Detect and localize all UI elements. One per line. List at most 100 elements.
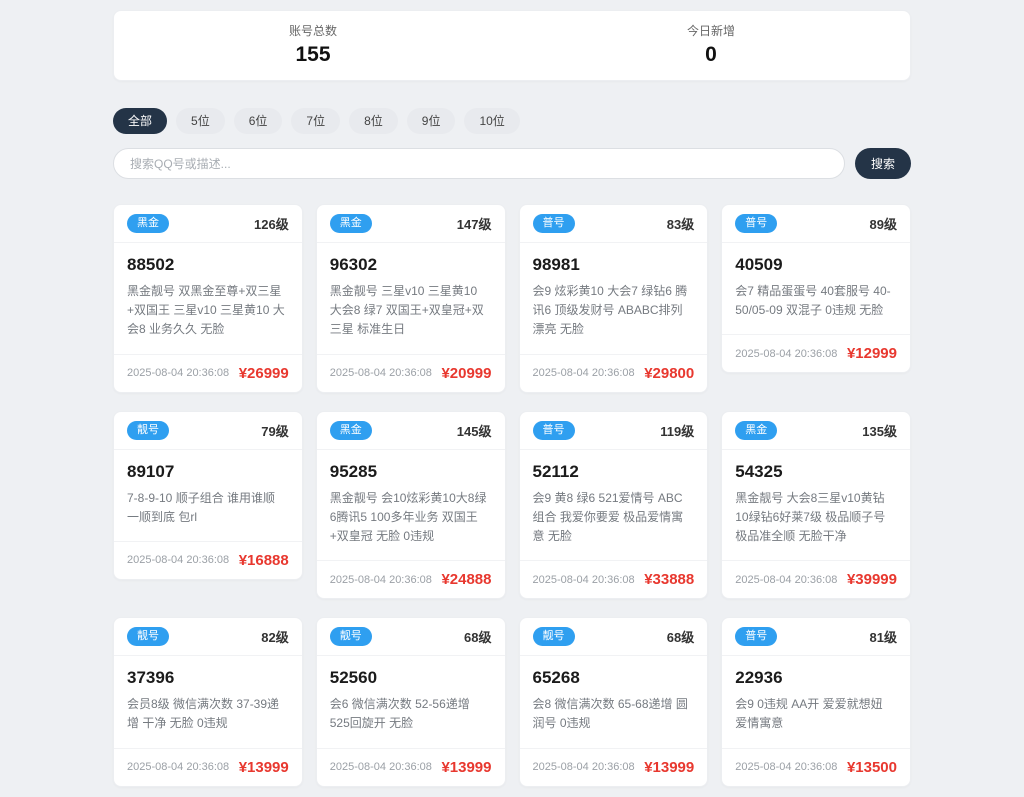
stat-total-accounts: 账号总数 155: [114, 22, 512, 67]
price: ¥39999: [846, 571, 897, 589]
stat-today-label: 今日新增: [686, 24, 735, 38]
card-footer: 2025-08-04 20:36:08 ¥16888: [114, 540, 302, 579]
account-level: 145级: [456, 423, 492, 439]
account-description: 7-8-9-10 顺子组合 谁用谁顺 一顺到底 包rl: [127, 490, 276, 524]
search-button[interactable]: 搜索: [854, 148, 911, 179]
card-body: 37396 会员8级 微信满次数 37-39递增 干净 无脸 0违规: [114, 656, 302, 747]
account-level: 68级: [666, 630, 695, 646]
account-description: 会9 0违规 AA开 爱爱就想妞 爱情寓意: [735, 697, 883, 731]
card-header: 黑金 135级: [722, 412, 910, 450]
account-card-grid: 黑金 126级 88502 黑金靓号 双黑金至尊+双三星+双国王 三星v10 三…: [113, 204, 911, 797]
digit-filter-tabs: 全部 5位 6位 7位 8位 9位 10位: [113, 108, 911, 134]
card-footer: 2025-08-04 20:36:08 ¥13500: [722, 747, 910, 786]
card-header: 普号 83级: [519, 205, 708, 243]
listing-date: 2025-08-04 20:36:08: [532, 367, 635, 380]
qq-number: 98981: [532, 255, 580, 274]
account-type-badge: 靓号: [127, 627, 169, 647]
qq-number: 89107: [127, 461, 175, 481]
search-input[interactable]: [113, 148, 845, 179]
stat-total-label: 账号总数: [288, 24, 337, 38]
price: ¥12999: [846, 345, 897, 363]
price: ¥24888: [441, 571, 492, 589]
card-header: 靓号 68级: [519, 618, 708, 657]
card-header: 黑金 145级: [316, 412, 505, 450]
filter-tab-all[interactable]: 全部: [113, 108, 168, 134]
account-type-badge: 靓号: [329, 627, 372, 647]
price: ¥13500: [846, 758, 897, 776]
stat-today-value: 0: [705, 43, 717, 66]
account-description: 黑金靓号 会10炫彩黄10大8绿6腾讯5 100多年业务 双国王+双皇冠 无脸 …: [329, 490, 487, 543]
card-header: 靓号 68级: [316, 618, 505, 657]
filter-tab-8-digit[interactable]: 8位: [349, 108, 398, 134]
account-level: 82级: [261, 630, 289, 646]
price: ¥13999: [441, 758, 492, 776]
card-body: 52560 会6 微信满次数 52-56递增 525回旋开 无脸: [317, 656, 505, 747]
account-card[interactable]: 黑金 147级 96302 黑金靓号 三星v10 三星黄10 大会8 绿7 双国…: [315, 204, 506, 393]
account-card[interactable]: 黑金 145级 95285 黑金靓号 会10炫彩黄10大8绿6腾讯5 100多年…: [315, 410, 506, 600]
account-description: 黑金靓号 双黑金至尊+双三星+双国王 三星v10 三星黄10 大会8 业务久久 …: [127, 284, 285, 337]
listing-date: 2025-08-04 20:36:08: [127, 554, 230, 567]
price: ¥20999: [441, 364, 492, 382]
account-type-badge: 黑金: [329, 420, 372, 440]
card-footer: 2025-08-04 20:36:08 ¥24888: [316, 560, 505, 598]
search-bar: 搜索: [113, 148, 911, 179]
filter-tab-9-digit[interactable]: 9位: [406, 108, 456, 134]
price: ¥16888: [238, 551, 289, 569]
price: ¥29800: [644, 364, 695, 382]
account-type-badge: 普号: [532, 420, 575, 440]
account-card[interactable]: 靓号 82级 37396 会员8级 微信满次数 37-39递增 干净 无脸 0违…: [113, 617, 303, 787]
account-card[interactable]: 普号 119级 52112 会9 黄8 绿6 521爱情号 ABC组合 我爱你要…: [518, 410, 709, 600]
card-footer: 2025-08-04 20:36:08 ¥13999: [114, 747, 302, 786]
account-card[interactable]: 普号 81级 22936 会9 0违规 AA开 爱爱就想妞 爱情寓意 2025-…: [721, 617, 911, 787]
listing-date: 2025-08-04 20:36:08: [735, 761, 838, 773]
qq-number: 40509: [735, 255, 783, 274]
account-level: 89级: [869, 217, 897, 232]
account-card[interactable]: 靓号 68级 52560 会6 微信满次数 52-56递增 525回旋开 无脸 …: [315, 617, 506, 787]
account-card[interactable]: 普号 83级 98981 会9 炫彩黄10 大会7 绿钻6 腾讯6 顶级发财号 …: [518, 204, 709, 393]
filter-tab-7-digit[interactable]: 7位: [291, 108, 341, 134]
account-description: 会员8级 微信满次数 37-39递增 干净 无脸 0违规: [127, 697, 280, 731]
account-type-badge: 靓号: [532, 627, 575, 647]
account-card[interactable]: 靓号 68级 65268 会8 微信满次数 65-68递增 圆润号 0违规 20…: [518, 617, 709, 787]
listing-date: 2025-08-04 20:36:08: [127, 367, 230, 380]
account-card[interactable]: 黑金 135级 54325 黑金靓号 大会8三星v10黄钻10绿钻6好莱7级 极…: [721, 410, 911, 600]
listing-date: 2025-08-04 20:36:08: [329, 367, 432, 380]
account-type-badge: 黑金: [329, 214, 372, 233]
filter-tab-5-digit[interactable]: 5位: [176, 108, 225, 134]
listing-date: 2025-08-04 20:36:08: [532, 761, 635, 773]
account-level: 81级: [869, 630, 897, 646]
account-description: 黑金靓号 大会8三星v10黄钻10绿钻6好莱7级 极品顺子号 极品准全顺 无脸干…: [735, 490, 886, 543]
listing-date: 2025-08-04 20:36:08: [735, 347, 838, 360]
listing-date: 2025-08-04 20:36:08: [532, 573, 635, 586]
account-description: 会8 微信满次数 65-68递增 圆润号 0违规: [532, 697, 688, 731]
account-level: 68级: [464, 630, 492, 646]
account-level: 79级: [261, 423, 289, 439]
price: ¥26999: [238, 364, 289, 382]
card-header: 普号 119级: [519, 412, 708, 450]
card-body: 54325 黑金靓号 大会8三星v10黄钻10绿钻6好莱7级 极品顺子号 极品准…: [722, 450, 910, 561]
filter-tab-6-digit[interactable]: 6位: [233, 108, 283, 134]
account-level: 119级: [660, 423, 695, 439]
account-level: 83级: [666, 217, 695, 232]
qq-number: 52112: [532, 461, 579, 481]
account-description: 会7 精品蛋蛋号 40套服号 40-50/05-09 双混子 0违规 无脸: [735, 284, 891, 318]
account-description: 会6 微信满次数 52-56递增 525回旋开 无脸: [329, 697, 470, 731]
account-type-badge: 黑金: [735, 420, 778, 440]
card-footer: 2025-08-04 20:36:08 ¥20999: [316, 353, 505, 392]
account-card[interactable]: 普号 89级 40509 会7 精品蛋蛋号 40套服号 40-50/05-09 …: [721, 204, 911, 374]
account-type-badge: 普号: [735, 627, 778, 647]
card-footer: 2025-08-04 20:36:08 ¥26999: [114, 353, 302, 392]
account-card[interactable]: 黑金 126级 88502 黑金靓号 双黑金至尊+双三星+双国王 三星v10 三…: [113, 204, 303, 393]
stat-total-value: 155: [295, 43, 331, 66]
qq-number: 95285: [329, 461, 378, 481]
page-container: 账号总数 155 今日新增 0 全部 5位 6位 7位 8位 9位 10位 搜索…: [113, 0, 911, 797]
account-description: 会9 炫彩黄10 大会7 绿钻6 腾讯6 顶级发财号 ABABC排列漂亮 无脸: [532, 284, 688, 337]
card-footer: 2025-08-04 20:36:08 ¥39999: [722, 560, 910, 598]
card-header: 靓号 79级: [114, 412, 302, 450]
card-body: 89107 7-8-9-10 顺子组合 谁用谁顺 一顺到底 包rl: [114, 450, 302, 541]
stat-today-new: 今日新增 0: [512, 22, 910, 67]
filter-tab-10-digit[interactable]: 10位: [464, 108, 520, 134]
account-card[interactable]: 靓号 79级 89107 7-8-9-10 顺子组合 谁用谁顺 一顺到底 包rl…: [113, 410, 303, 580]
card-body: 98981 会9 炫彩黄10 大会7 绿钻6 腾讯6 顶级发财号 ABABC排列…: [520, 243, 708, 354]
listing-date: 2025-08-04 20:36:08: [127, 761, 230, 773]
